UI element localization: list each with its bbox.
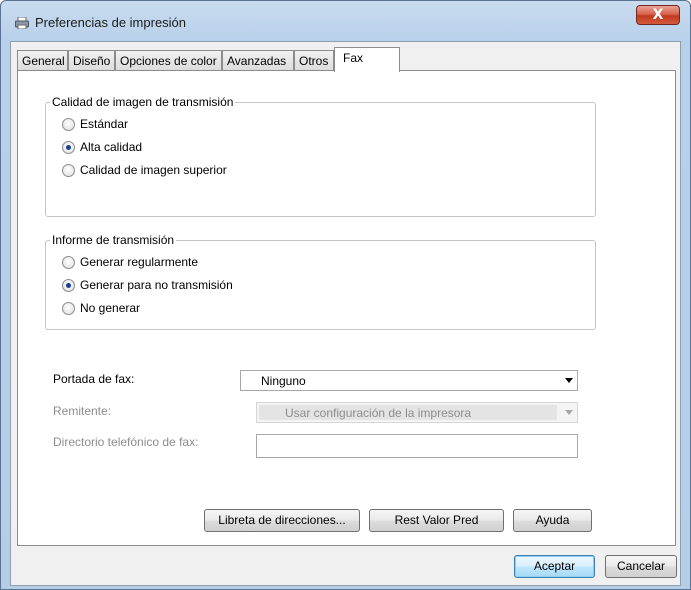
printer-icon	[15, 17, 29, 29]
tab-opciones-color-label: Opciones de color	[120, 54, 217, 68]
radio-generar-regularmente[interactable]: Generar regularmente	[62, 253, 198, 271]
tab-avanzadas[interactable]: Avanzadas	[222, 50, 294, 70]
radio-estandar-label: Estándar	[80, 117, 129, 131]
help-button[interactable]: Ayuda	[513, 509, 592, 532]
transmission-report-group: Informe de transmisión Generar regularme…	[45, 233, 596, 330]
fax-tab-panel: Calidad de imagen de transmisión Estánda…	[17, 70, 676, 546]
phonebook-field[interactable]	[256, 434, 578, 458]
title-bar[interactable]: Preferencias de impresión X	[1, 1, 690, 41]
radio-alta-calidad-button[interactable]	[62, 140, 75, 154]
radio-estandar-button[interactable]	[62, 117, 75, 131]
radio-alta-calidad-label: Alta calidad	[80, 140, 143, 154]
radio-estandar[interactable]: Estándar	[62, 115, 128, 133]
tab-fax-label: Fax	[343, 51, 364, 65]
close-button[interactable]: X	[636, 5, 680, 25]
tab-diseno[interactable]: Diseño	[68, 50, 115, 70]
radio-generar-no-transmision-label: Generar para no transmisión	[80, 278, 233, 292]
radio-generar-regularmente-button[interactable]	[62, 255, 75, 269]
radio-generar-no-transmision[interactable]: Generar para no transmisión	[62, 276, 233, 294]
address-book-button[interactable]: Libreta de direcciones...	[204, 509, 360, 532]
radio-no-generar-button[interactable]	[62, 301, 75, 315]
tab-otros[interactable]: Otros	[294, 50, 334, 70]
cancel-button[interactable]: Cancelar	[605, 555, 677, 578]
sender-select[interactable]: Usar configuración de la impresora	[256, 402, 578, 423]
radio-alta-calidad[interactable]: Alta calidad	[62, 138, 142, 156]
reset-defaults-button[interactable]: Rest Valor Pred	[369, 509, 504, 532]
tab-otros-label: Otros	[299, 54, 329, 68]
transmission-quality-legend: Calidad de imagen de transmisión	[52, 95, 234, 109]
phonebook-label: Directorio telefónico de fax:	[53, 435, 199, 449]
tab-diseno-label: Diseño	[73, 54, 111, 68]
radio-no-generar[interactable]: No generar	[62, 299, 140, 317]
tab-general-label: General	[22, 54, 65, 68]
radio-calidad-superior-label: Calidad de imagen superior	[80, 163, 227, 177]
close-icon: X	[652, 7, 664, 23]
radio-no-generar-label: No generar	[80, 301, 141, 315]
chevron-down-icon	[565, 410, 573, 415]
radio-generar-no-transmision-button[interactable]	[62, 278, 75, 292]
chevron-down-icon	[565, 378, 573, 383]
cover-page-value: Ninguno	[261, 374, 306, 388]
radio-calidad-superior[interactable]: Calidad de imagen superior	[62, 161, 227, 179]
radio-calidad-superior-button[interactable]	[62, 163, 75, 177]
ok-button[interactable]: Aceptar	[514, 555, 595, 578]
radio-generar-regularmente-label: Generar regularmente	[80, 255, 199, 269]
sender-value: Usar configuración de la impresora	[285, 406, 472, 420]
tab-general[interactable]: General	[17, 50, 68, 70]
cover-page-select[interactable]: Ninguno	[240, 370, 578, 391]
transmission-report-legend: Informe de transmisión	[52, 233, 175, 247]
transmission-quality-group: Calidad de imagen de transmisión Estánda…	[45, 95, 596, 217]
tab-fax[interactable]: Fax	[334, 47, 400, 72]
window-title: Preferencias de impresión	[35, 15, 187, 30]
tab-opciones-color[interactable]: Opciones de color	[115, 50, 222, 70]
tab-avanzadas-label: Avanzadas	[227, 54, 287, 68]
cover-page-label: Portada de fax:	[53, 372, 135, 386]
sender-label: Remitente:	[53, 404, 112, 418]
